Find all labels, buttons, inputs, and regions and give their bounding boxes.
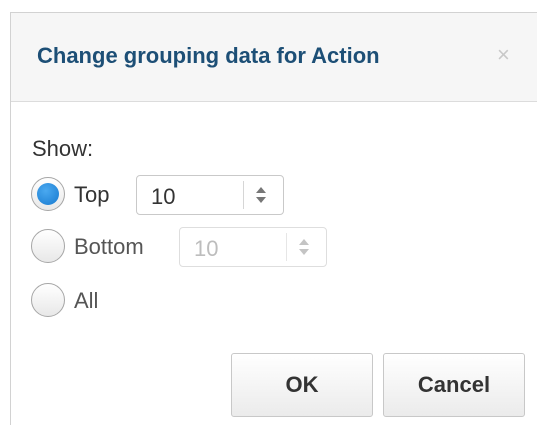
- bottom-count-spinner: 10: [179, 227, 327, 267]
- radio-all-label[interactable]: All: [74, 288, 98, 314]
- dialog-header: Change grouping data for Action ×: [11, 13, 537, 102]
- radio-top[interactable]: [31, 177, 65, 211]
- top-count-stepper[interactable]: [243, 181, 277, 209]
- cancel-button[interactable]: Cancel: [383, 353, 525, 417]
- close-icon[interactable]: ×: [497, 43, 510, 67]
- show-label: Show:: [32, 136, 94, 161]
- chevron-up-icon: [299, 239, 309, 245]
- radio-all[interactable]: [31, 283, 65, 317]
- ok-button[interactable]: OK: [231, 353, 373, 417]
- radio-top-label[interactable]: Top: [74, 182, 109, 208]
- chevron-down-icon[interactable]: [256, 197, 266, 203]
- top-count-value[interactable]: 10: [151, 184, 175, 210]
- grouping-dialog: Change grouping data for Action × Show: …: [10, 12, 537, 425]
- radio-bottom[interactable]: [31, 229, 65, 263]
- dialog-title: Change grouping data for Action: [37, 43, 380, 68]
- chevron-up-icon[interactable]: [256, 187, 266, 193]
- chevron-down-icon: [299, 249, 309, 255]
- top-count-spinner[interactable]: 10: [136, 175, 284, 215]
- radio-bottom-label[interactable]: Bottom: [74, 234, 144, 260]
- bottom-count-stepper: [286, 233, 320, 261]
- bottom-count-value: 10: [194, 236, 219, 261]
